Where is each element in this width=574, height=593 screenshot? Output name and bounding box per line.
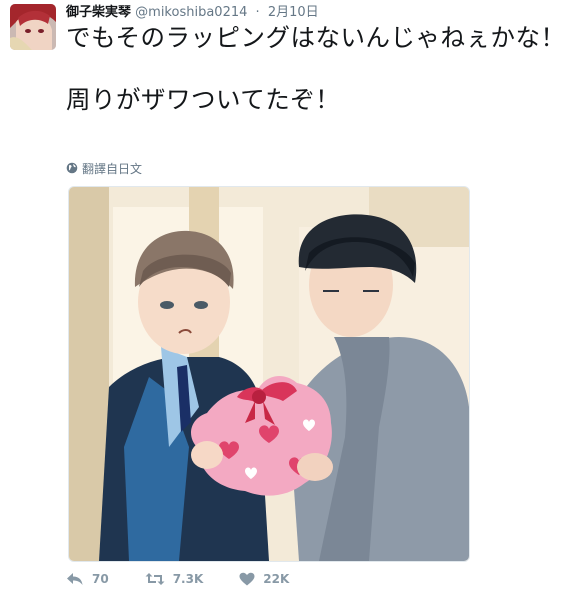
- reply-count: 70: [92, 572, 109, 586]
- retweet-count: 7.3K: [172, 572, 204, 586]
- avatar-image: [10, 4, 56, 50]
- like-count: 22K: [263, 572, 290, 586]
- user-handle[interactable]: @mikoshiba0214: [135, 5, 247, 20]
- tweet-media-image[interactable]: [68, 186, 470, 562]
- reply-button[interactable]: 70: [66, 572, 109, 586]
- illustration: [69, 187, 469, 561]
- globe-icon: [66, 162, 78, 174]
- reply-icon: [67, 573, 83, 585]
- translate-link[interactable]: 翻譯自日文: [66, 159, 142, 177]
- avatar[interactable]: [10, 4, 56, 50]
- translate-label[interactable]: 翻譯自日文: [82, 160, 142, 177]
- separator: ·: [255, 5, 260, 20]
- tweet-actions: 70 7.3K 22K: [66, 568, 325, 590]
- heart-icon: [239, 572, 255, 586]
- display-name[interactable]: 御子柴実琴: [66, 5, 131, 20]
- tweet-header: 御子柴実琴 @mikoshiba0214 · 2月10日: [66, 4, 319, 24]
- retweet-button[interactable]: 7.3K: [145, 572, 204, 586]
- tweet-date[interactable]: 2月10日: [268, 5, 319, 20]
- retweet-icon: [145, 573, 165, 585]
- tweet-text: でもそのラッピングはないんじゃねぇかな！ 周りがザワついてたぞ！: [66, 23, 566, 114]
- like-button[interactable]: 22K: [239, 572, 289, 586]
